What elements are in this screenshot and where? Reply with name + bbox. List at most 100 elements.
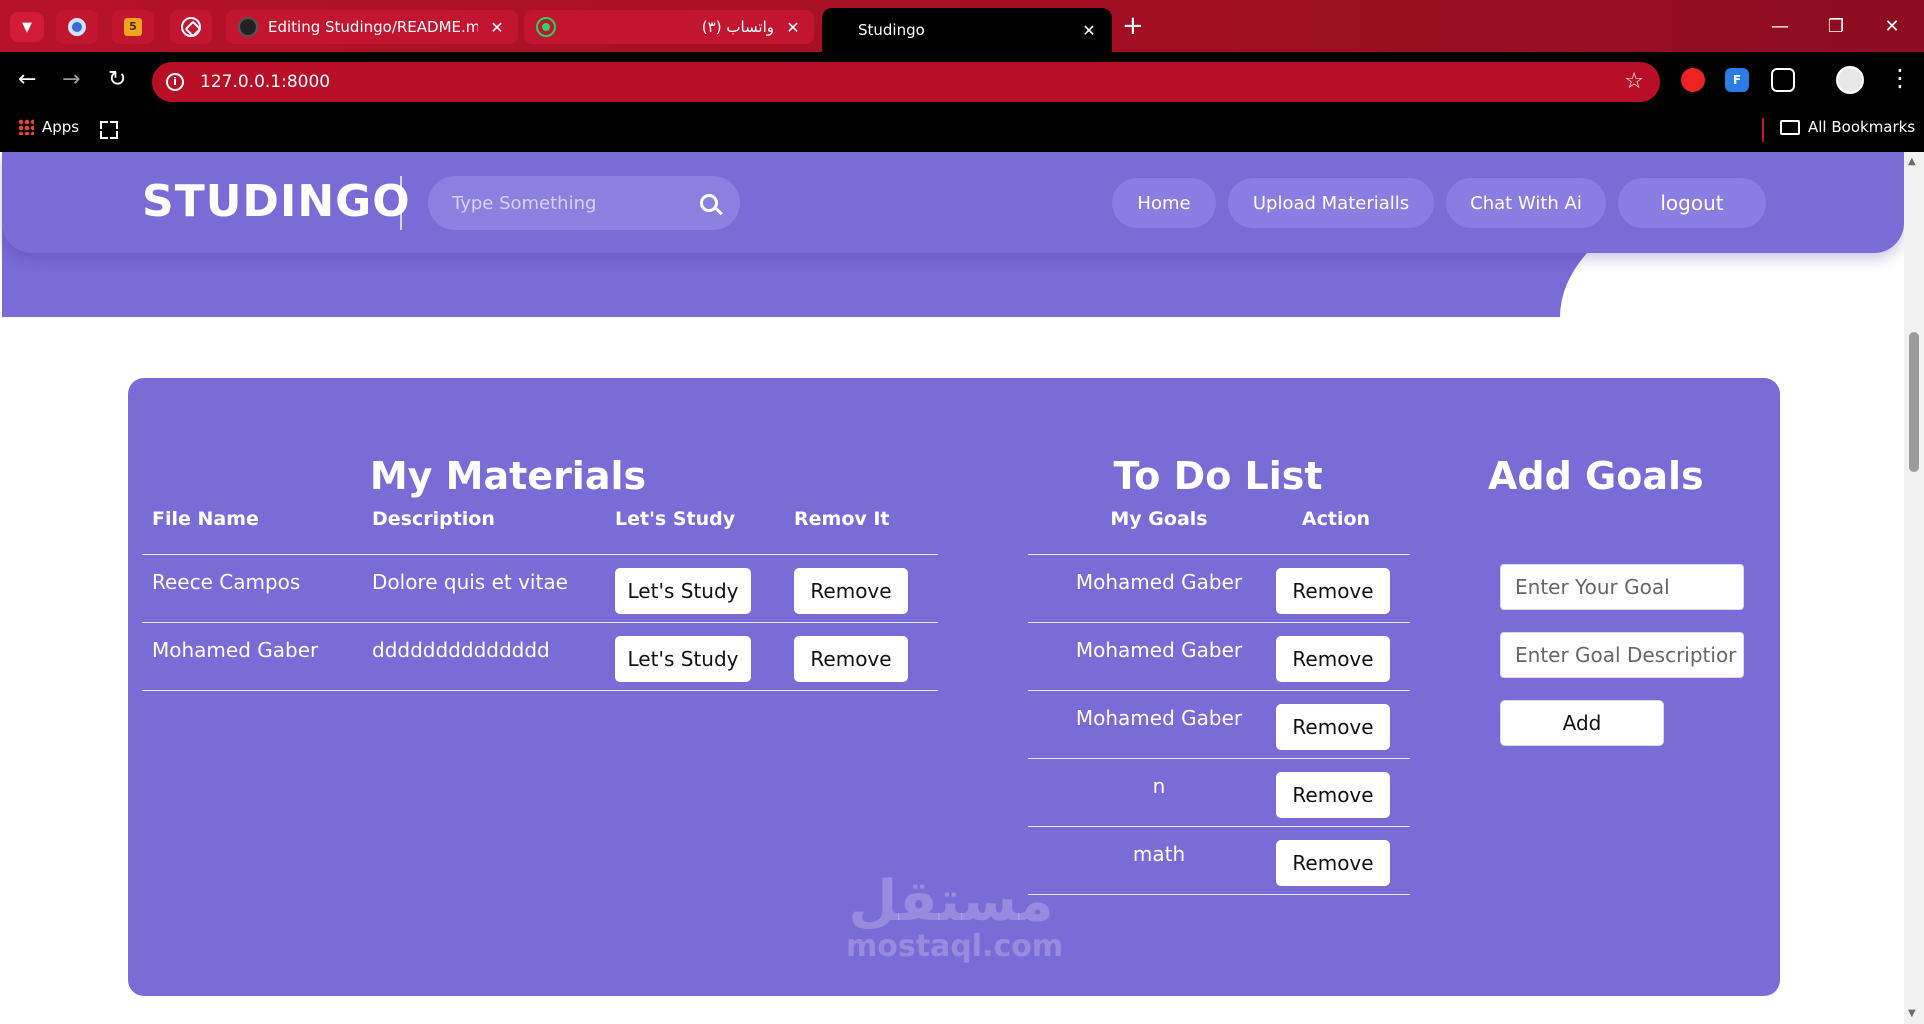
browser-app-icon [68,18,86,36]
goal-name: math [1132,842,1186,866]
col-action: Action [1301,508,1371,530]
lets-study-button[interactable]: Let's Study [615,636,751,682]
nav-chat-ai-button[interactable]: Chat With Ai [1446,178,1606,228]
tab-title: Editing Studingo/README.md a [268,18,478,36]
info-icon[interactable]: i [166,73,184,91]
bookmark-star-icon[interactable]: ☆ [1624,69,1644,94]
whatsapp-icon [536,17,556,37]
close-icon[interactable]: ✕ [488,18,506,37]
bookmark-label: Apps [42,118,80,136]
material-description: Dolore quis et vitae [372,570,568,594]
new-tab-button[interactable]: + [1122,12,1144,40]
pinned-tab-1[interactable] [56,10,98,44]
col-description: Description [372,508,495,530]
forward-button[interactable]: → [62,68,80,92]
col-remove: Remov It [794,508,890,530]
translate-extension-icon[interactable]: F [1725,68,1749,92]
add-goals-title: Add Goals [1488,454,1704,498]
tab-github-readme[interactable]: Editing Studingo/README.md a ✕ [226,10,518,44]
chatgpt-icon [181,17,201,37]
bookmark-label: All Bookmarks [1808,118,1916,136]
add-goal-button[interactable]: Add [1500,700,1664,746]
github-icon [238,17,258,37]
col-my-goals: My Goals [1110,508,1208,530]
table-divider [142,690,938,691]
bookmarks-divider [1762,118,1764,142]
tab-groups-button[interactable] [100,121,118,139]
page-viewport: STUDINGO Type Something Home Upload Mate… [0,152,1904,1024]
url-text: 127.0.0.1:8000 [200,72,331,92]
remove-material-button[interactable]: Remove [794,636,908,682]
table-divider [1028,690,1410,691]
remove-material-button[interactable]: Remove [794,568,908,614]
chevron-down-icon: ▼ [22,19,32,35]
table-divider [142,622,938,623]
profile-avatar[interactable] [1836,66,1864,94]
pinned-tab-3[interactable] [170,10,212,44]
table-divider [1028,758,1410,759]
col-file-name: File Name [152,508,259,530]
remove-goal-button[interactable]: Remove [1276,772,1390,818]
lets-study-button[interactable]: Let's Study [615,568,751,614]
material-file-name: Mohamed Gaber [152,638,319,662]
apps-grid-icon [18,119,34,135]
tab-title: Studingo [858,21,925,39]
browser-titlebar: ▼ 5 Editing Studingo/README.md a ✕ (٣) و… [0,0,1924,52]
remove-goal-button[interactable]: Remove [1276,568,1390,614]
scroll-down-icon[interactable]: ▼ [1908,1008,1916,1019]
bookmark-apps[interactable]: Apps [18,118,79,136]
remove-goal-button[interactable]: Remove [1276,840,1390,886]
remove-goal-button[interactable]: Remove [1276,636,1390,682]
back-button[interactable]: ← [18,68,36,92]
extensions-puzzle-icon[interactable] [1771,68,1795,92]
material-description: dddddddddddddd [372,638,550,662]
table-divider [1028,622,1410,623]
close-icon[interactable]: ✕ [784,18,802,37]
goal-name: Mohamed Gaber [1075,706,1243,730]
search-placeholder: Type Something [452,192,597,214]
todo-title: To Do List [1113,454,1323,498]
watermark-arabic: مستقل [848,869,1054,934]
menu-kebab-icon[interactable]: ⋮ [1888,64,1912,92]
grid-icon [100,121,118,139]
browser-toolbar: ← → ↻ i 127.0.0.1:8000 ☆ F ⋮ [0,52,1924,108]
goal-input[interactable]: Enter Your Goal [1500,564,1744,610]
table-divider [1028,894,1410,895]
nav-upload-button[interactable]: Upload Materialls [1228,178,1434,228]
pinned-tab-2[interactable]: 5 [112,10,154,44]
goal-description-input[interactable]: Enter Goal Descriptior [1500,632,1744,678]
search-input[interactable]: Type Something [428,176,740,230]
address-bar[interactable]: i 127.0.0.1:8000 ☆ [152,62,1660,102]
logout-button[interactable]: logout [1618,178,1766,228]
restore-button[interactable]: ❐ [1808,0,1864,52]
material-file-name: Reece Campos [152,570,301,594]
bookmarks-bar: Apps All Bookmarks [0,108,1924,152]
html5-icon: 5 [124,18,142,36]
scroll-up-icon[interactable]: ▲ [1908,156,1916,167]
tab-search-button[interactable]: ▼ [10,12,44,42]
nav-home-button[interactable]: Home [1112,178,1216,228]
close-window-button[interactable]: ✕ [1864,0,1920,52]
site-logo[interactable]: STUDINGO [142,176,411,227]
minimize-button[interactable]: — [1752,0,1808,52]
dashboard-card: My Materials File Name Description Let's… [128,378,1780,996]
watermark-latin: mostaql.com [846,929,1064,964]
goal-name: Mohamed Gaber [1075,638,1243,662]
goal-name: n [1152,774,1166,798]
all-bookmarks[interactable]: All Bookmarks [1780,118,1915,136]
close-icon[interactable]: ✕ [1080,21,1098,40]
materials-title: My Materials [369,454,647,498]
reload-button[interactable]: ↻ [108,68,126,92]
table-divider [1028,826,1410,827]
tab-title: (٣) واتساب [701,18,774,36]
tab-studingo[interactable]: Studingo ✕ [822,8,1112,52]
adblock-extension-icon[interactable] [1681,68,1705,92]
site-navbar: STUDINGO Type Something Home Upload Mate… [2,152,1904,253]
scroll-thumb[interactable] [1909,332,1919,472]
goal-name: Mohamed Gaber [1075,570,1243,594]
table-divider [1028,554,1410,555]
remove-goal-button[interactable]: Remove [1276,704,1390,750]
search-icon[interactable] [700,194,718,212]
page-scrollbar[interactable]: ▲ ▼ [1904,152,1924,1024]
tab-whatsapp[interactable]: (٣) واتساب ✕ [524,10,814,44]
